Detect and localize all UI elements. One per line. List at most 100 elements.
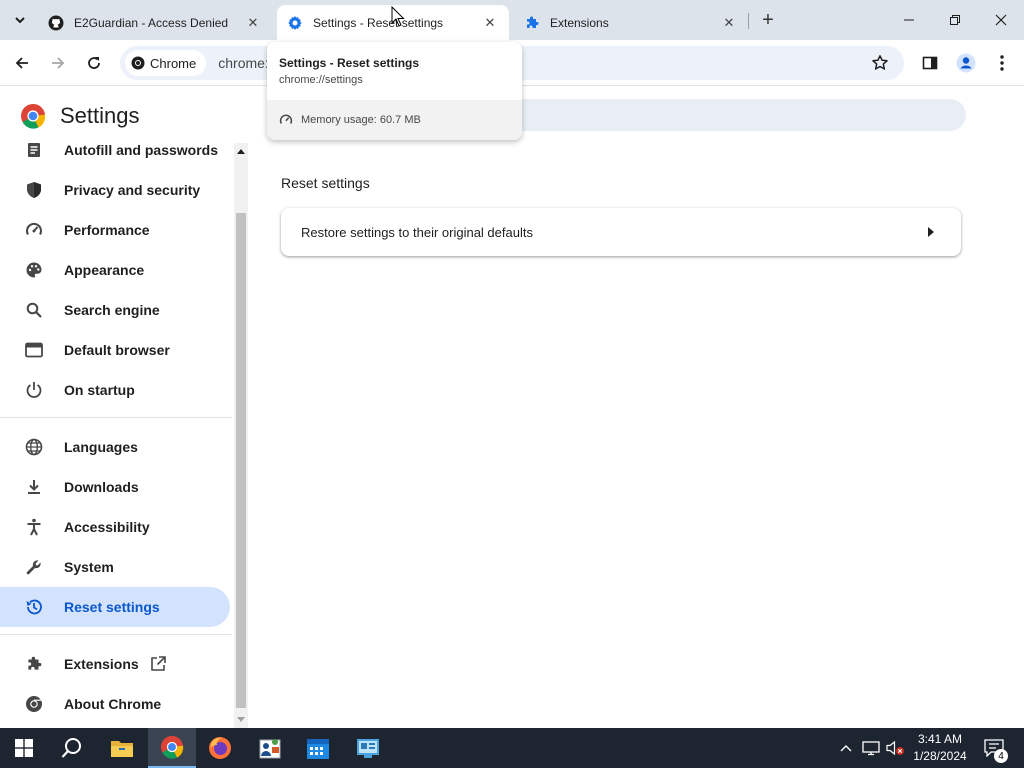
sidebar-item-about-chrome[interactable]: About Chrome	[0, 684, 232, 724]
sidebar-item-label: Autofill and passwords	[64, 142, 219, 158]
settings-page: Settings Autofill and passwords Privacy …	[0, 87, 1024, 728]
tab-separator	[748, 13, 749, 29]
minimize-button[interactable]	[886, 0, 932, 40]
clock-time: 3:41 AM	[917, 732, 963, 746]
avatar-icon	[956, 53, 976, 73]
taskbar-control-panel[interactable]	[344, 728, 392, 768]
hover-card-memory: Memory usage: 60.7 MB	[267, 100, 522, 140]
search-icon	[24, 300, 44, 320]
github-icon	[48, 15, 64, 31]
sidebar-item-label: Extensions	[64, 655, 167, 673]
wrench-icon	[24, 557, 44, 577]
taskbar-firefox[interactable]	[196, 728, 244, 768]
close-window-button[interactable]	[978, 0, 1024, 40]
accessibility-icon	[24, 517, 44, 537]
taskbar-clock[interactable]: 3:41 AM 1/28/2024	[910, 731, 970, 765]
folder-icon	[111, 741, 133, 757]
sidebar-scrollbar[interactable]	[234, 143, 248, 728]
sidebar-item-label: On startup	[64, 382, 135, 398]
sidebar-item-languages[interactable]: Languages	[0, 427, 232, 467]
taskbar-chrome[interactable]	[148, 728, 196, 768]
section-title: Reset settings	[281, 175, 370, 191]
sidebar-item-appearance[interactable]: Appearance	[0, 250, 232, 290]
sidebar-item-label: Search engine	[64, 302, 160, 318]
hover-card-url: chrome://settings	[279, 74, 363, 86]
gear-icon	[287, 15, 303, 31]
back-button[interactable]	[8, 49, 36, 77]
close-icon[interactable]: ✕	[481, 14, 499, 32]
site-info-chip[interactable]: Chrome	[125, 50, 207, 76]
settings-header: Settings	[20, 103, 140, 129]
tab-hover-card: Settings - Reset settings chrome://setti…	[267, 42, 522, 140]
chrome-icon	[131, 56, 145, 70]
scroll-up-icon[interactable]	[236, 146, 246, 156]
search-icon	[61, 738, 81, 758]
minimize-icon	[904, 19, 914, 21]
reload-button[interactable]	[80, 49, 108, 77]
globe-icon	[24, 437, 44, 457]
more-vert-icon	[1000, 55, 1004, 71]
bookmark-button[interactable]	[866, 49, 894, 77]
tab-title: Extensions	[550, 15, 609, 30]
page-title: Settings	[60, 103, 140, 128]
calendar-icon	[307, 739, 329, 759]
sidebar-item-autofill[interactable]: Autofill and passwords	[0, 137, 232, 170]
chrome-icon	[24, 694, 44, 714]
hover-card-title: Settings - Reset settings	[279, 56, 420, 70]
side-panel-button[interactable]	[916, 49, 944, 77]
sidebar-item-on-startup[interactable]: On startup	[0, 370, 232, 410]
close-icon[interactable]: ✕	[720, 14, 738, 32]
restore-defaults-row[interactable]: Restore settings to their original defau…	[281, 208, 961, 256]
sidebar-item-label: Languages	[64, 439, 138, 455]
mouse-cursor-icon	[391, 6, 405, 27]
start-button[interactable]	[0, 728, 48, 768]
tab-search-button[interactable]	[6, 7, 34, 33]
windows-taskbar: 3:41 AM 1/28/2024 4	[0, 728, 1024, 768]
volume-tray-button[interactable]	[884, 728, 906, 768]
sidebar-item-default-browser[interactable]: Default browser	[0, 330, 232, 370]
chrome-logo-icon	[21, 104, 46, 129]
extensions-label: Extensions	[64, 656, 139, 672]
show-hidden-icons-button[interactable]	[836, 728, 856, 768]
settings-sidebar: Autofill and passwords Privacy and secur…	[0, 137, 232, 728]
forward-button[interactable]	[44, 49, 72, 77]
sidebar-item-privacy[interactable]: Privacy and security	[0, 170, 232, 210]
firefox-icon	[209, 737, 231, 759]
sidebar-item-label: Reset settings	[64, 599, 160, 615]
taskbar-people-app[interactable]	[246, 728, 294, 768]
sidebar-item-label: Downloads	[64, 479, 139, 495]
scroll-down-icon[interactable]	[236, 715, 246, 725]
sidebar-item-accessibility[interactable]: Accessibility	[0, 507, 232, 547]
sidebar-item-label: System	[64, 559, 114, 575]
profile-button[interactable]	[952, 49, 980, 77]
tab-extensions[interactable]: Extensions ✕	[514, 5, 748, 40]
sidebar-item-search-engine[interactable]: Search engine	[0, 290, 232, 330]
menu-button[interactable]	[988, 49, 1016, 77]
tab-title: E2Guardian - Access Denied	[74, 15, 229, 30]
forward-arrow-icon	[52, 57, 65, 69]
sidebar-item-reset-settings[interactable]: Reset settings	[0, 587, 230, 627]
taskbar-file-explorer[interactable]	[98, 728, 146, 768]
open-in-new-icon	[150, 656, 166, 671]
network-tray-button[interactable]	[860, 728, 882, 768]
sidebar-item-downloads[interactable]: Downloads	[0, 467, 232, 507]
windows-logo-icon	[15, 739, 33, 757]
sidebar-item-performance[interactable]: Performance	[0, 210, 232, 250]
new-tab-button[interactable]: +	[757, 9, 779, 31]
autofill-icon	[24, 140, 44, 160]
tab-e2guardian[interactable]: E2Guardian - Access Denied ✕	[38, 5, 272, 40]
restore-button[interactable]	[932, 0, 978, 40]
sidebar-item-system[interactable]: System	[0, 547, 232, 587]
chevron-down-icon	[15, 17, 25, 24]
volume-muted-icon	[886, 740, 904, 756]
memory-usage-text: Memory usage: 60.7 MB	[301, 114, 421, 126]
reload-icon	[88, 57, 100, 69]
sidebar-item-extensions[interactable]: Extensions	[0, 644, 232, 684]
star-icon	[872, 55, 888, 70]
close-icon[interactable]: ✕	[244, 14, 262, 32]
gauge-icon	[279, 114, 293, 124]
taskbar-search-button[interactable]	[48, 728, 96, 768]
people-icon	[259, 739, 281, 759]
scrollbar-thumb[interactable]	[236, 213, 246, 708]
taskbar-calendar-app[interactable]	[294, 728, 342, 768]
